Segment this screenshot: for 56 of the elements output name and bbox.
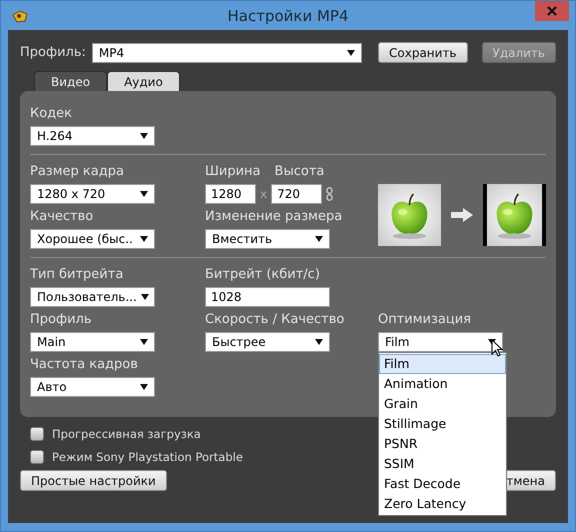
field-label: Качество: [30, 209, 94, 224]
dropdown[interactable]: Быстрее: [205, 332, 330, 352]
arrow-icon: [451, 208, 473, 222]
close-icon: [547, 6, 557, 16]
caret-icon: [140, 191, 148, 197]
dropdown[interactable]: Film: [378, 332, 503, 352]
dropdown[interactable]: 1280 x 720: [30, 184, 155, 204]
tab[interactable]: Аудио: [107, 71, 180, 91]
field-label: Битрейт (кбит/с): [205, 267, 321, 282]
dropdown-option[interactable]: PSNR: [379, 434, 506, 454]
profile-dropdown[interactable]: MP4: [92, 42, 362, 62]
dropdown-option[interactable]: Animation: [379, 374, 506, 394]
caret-icon: [140, 384, 148, 390]
field-label: Оптимизация: [378, 312, 472, 327]
caret-icon: [140, 133, 148, 139]
field-label: Размер кадра: [30, 164, 125, 179]
dropdown[interactable]: Хорошее (быс..: [30, 229, 155, 249]
separator-text: x: [260, 187, 268, 201]
dropdown-option[interactable]: Stillimage: [379, 414, 506, 434]
chain-icon[interactable]: [326, 187, 334, 201]
app-icon: [11, 8, 29, 22]
checkbox[interactable]: [30, 450, 44, 464]
caret-icon: [140, 339, 148, 345]
dropdown[interactable]: H.264: [30, 126, 155, 146]
checkbox-label: Прогрессивная загрузка: [52, 427, 201, 441]
field-label: Кодек: [30, 106, 74, 121]
caret-icon: [140, 236, 148, 242]
input-field[interactable]: 1280: [205, 184, 256, 204]
profile-button[interactable]: Сохранить: [378, 42, 468, 63]
field-label: Профиль: [30, 312, 93, 327]
close-button[interactable]: [535, 1, 569, 21]
checkbox-label: Режим Sony Playstation Portable: [52, 450, 243, 464]
checkbox[interactable]: [30, 427, 44, 441]
input-field[interactable]: 720: [271, 184, 322, 204]
dropdown-option[interactable]: Grain: [379, 394, 506, 414]
dropdown[interactable]: Вместить: [205, 229, 330, 249]
caret-icon: [347, 50, 355, 56]
field-label: Тип битрейта: [30, 267, 124, 282]
caret-icon: [315, 236, 323, 242]
dropdown-option[interactable]: Zero Latency: [379, 494, 506, 514]
dropdown[interactable]: Авто: [30, 377, 155, 397]
field-label: Высота: [274, 164, 324, 179]
dropdown[interactable]: Main: [30, 332, 155, 352]
dropdown[interactable]: Пользователь...: [30, 287, 155, 307]
field-label: Скорость / Качество: [205, 312, 346, 327]
caret-icon: [315, 339, 323, 345]
profile-label: Профиль:: [20, 45, 86, 60]
field-label: Частота кадров: [30, 357, 139, 372]
field-label: Изменение размера: [205, 209, 344, 224]
field-label: Ширина: [205, 164, 261, 179]
input-field[interactable]: 1028: [205, 287, 330, 307]
caret-icon: [140, 294, 149, 300]
dropdown-option[interactable]: Film: [379, 354, 506, 374]
footer-button[interactable]: Простые настройки: [20, 470, 167, 491]
window-title: Настройки MP4: [226, 6, 350, 24]
tab[interactable]: Видео: [34, 71, 108, 91]
